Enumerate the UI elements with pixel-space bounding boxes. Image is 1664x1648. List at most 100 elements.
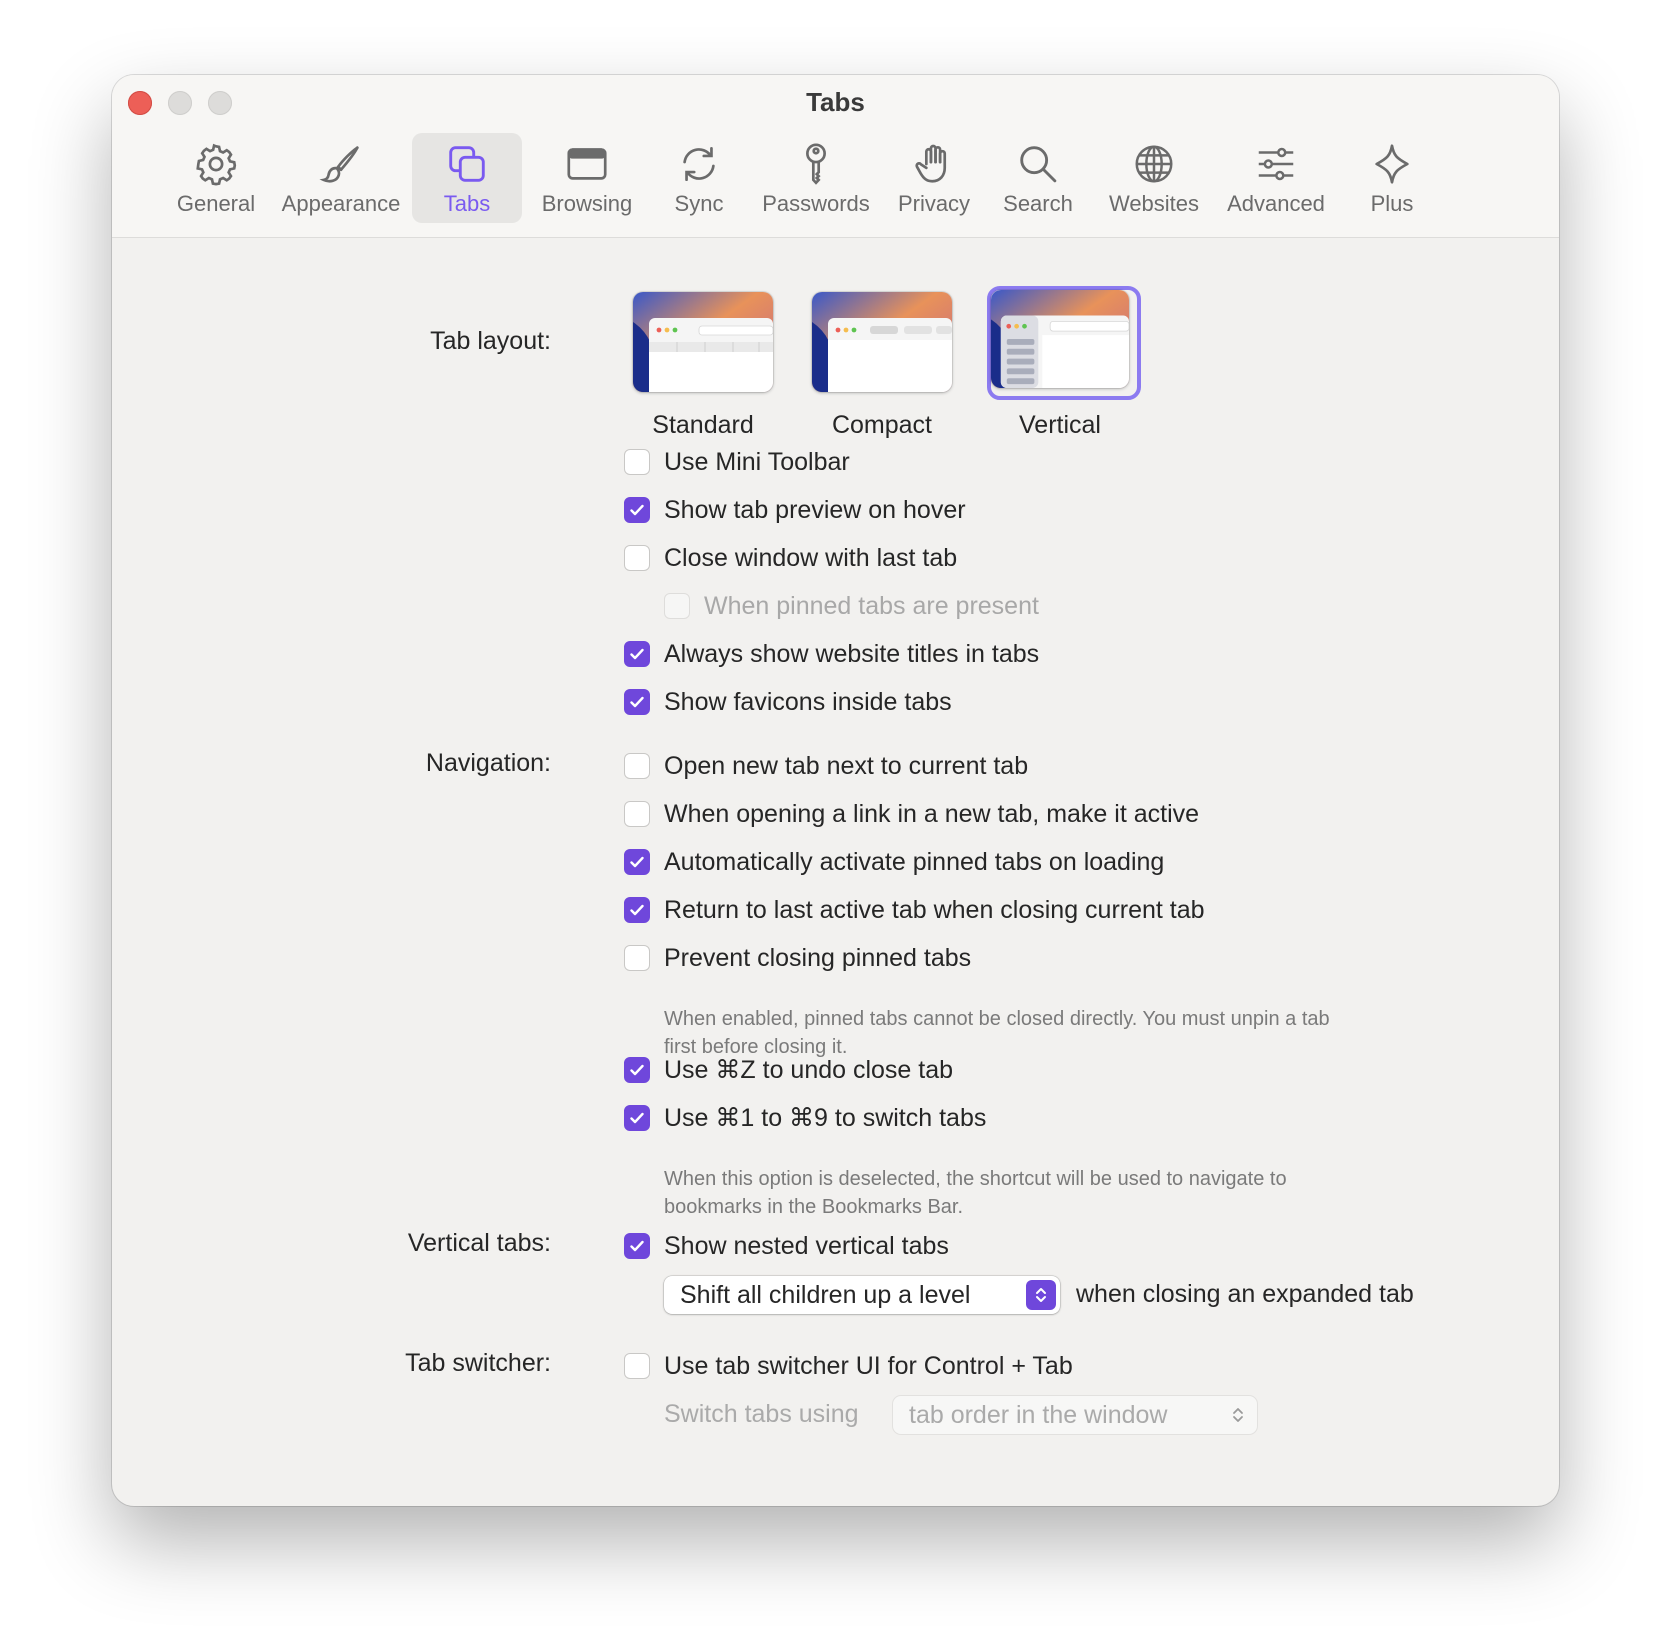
option-make-new-tab-active[interactable]: When opening a link in a new tab, make i… bbox=[624, 797, 1199, 831]
checkbox-checked[interactable] bbox=[624, 497, 650, 523]
toolbar-label: Tabs bbox=[443, 191, 491, 216]
switch-tabs-using-select: tab order in the window bbox=[893, 1396, 1257, 1434]
checkmark-icon bbox=[630, 904, 644, 916]
option-label: Use Mini Toolbar bbox=[664, 447, 850, 476]
gear-icon bbox=[196, 143, 237, 186]
toolbar-label: Search bbox=[1003, 191, 1073, 216]
tab-layout-standard-label: Standard bbox=[652, 411, 754, 439]
checkmark-icon bbox=[630, 1240, 644, 1252]
checkbox[interactable] bbox=[624, 449, 650, 475]
checkmark-icon bbox=[630, 1064, 644, 1076]
checkbox[interactable] bbox=[624, 545, 650, 571]
option-undo-close-tab[interactable]: Use ⌘Z to undo close tab bbox=[624, 1053, 953, 1087]
magnifier-icon bbox=[1020, 146, 1057, 183]
tabs-icon bbox=[449, 146, 485, 182]
toolbar-label: Privacy bbox=[897, 191, 971, 216]
option-label: Show favicons inside tabs bbox=[664, 687, 952, 716]
option-return-to-last-tab[interactable]: Return to last active tab when closing c… bbox=[624, 893, 1205, 927]
option-tab-switcher-ui[interactable]: Use tab switcher UI for Control + Tab bbox=[624, 1349, 1073, 1383]
option-open-new-tab-next[interactable]: Open new tab next to current tab bbox=[624, 749, 1028, 783]
vertical-tabs-label: Vertical tabs: bbox=[407, 1229, 551, 1257]
toolbar-label: Appearance bbox=[281, 191, 401, 216]
toolbar-advanced[interactable]: Advanced bbox=[1212, 133, 1340, 223]
checkmark-icon bbox=[630, 1112, 644, 1124]
option-use-mini-toolbar[interactable]: Use Mini Toolbar bbox=[624, 445, 850, 479]
checkbox-checked[interactable] bbox=[624, 849, 650, 875]
option-label: Show nested vertical tabs bbox=[664, 1231, 949, 1260]
toolbar-label: General bbox=[176, 191, 256, 216]
checkmark-icon bbox=[630, 504, 644, 516]
option-close-window-last-tab[interactable]: Close window with last tab bbox=[624, 541, 957, 575]
option-nested-vertical-tabs[interactable]: Show nested vertical tabs bbox=[624, 1229, 949, 1263]
sync-icon bbox=[683, 146, 715, 182]
option-label: Prevent closing pinned tabs bbox=[664, 943, 972, 972]
checkbox[interactable] bbox=[624, 1353, 650, 1379]
checkbox-checked[interactable] bbox=[624, 641, 650, 667]
browser-window-icon bbox=[567, 148, 607, 180]
tab-switcher-label: Tab switcher: bbox=[405, 1349, 551, 1377]
option-always-show-titles[interactable]: Always show website titles in tabs bbox=[624, 637, 1039, 671]
toolbar-label: Websites bbox=[1108, 191, 1200, 216]
select-stepper-icon bbox=[1223, 1400, 1253, 1430]
toolbar-passwords[interactable]: Passwords bbox=[748, 133, 884, 223]
key-icon bbox=[806, 143, 826, 185]
titlebar: Tabs General Appearance Tabs Browsing Sy… bbox=[112, 75, 1559, 238]
option-activate-pinned-tabs[interactable]: Automatically activate pinned tabs on lo… bbox=[624, 845, 1164, 879]
toolbar-plus[interactable]: Plus bbox=[1342, 133, 1442, 223]
toolbar-tabs[interactable]: Tabs bbox=[412, 133, 522, 223]
checkbox-checked[interactable] bbox=[624, 1105, 650, 1131]
option-prevent-closing-pinned[interactable]: Prevent closing pinned tabs bbox=[624, 941, 971, 975]
help-text-shortcut: When this option is deselected, the shor… bbox=[664, 1168, 1287, 1218]
closing-behavior-suffix: when closing an expanded tab bbox=[1076, 1280, 1414, 1308]
checkbox-disabled bbox=[664, 593, 690, 619]
option-label: Close window with last tab bbox=[664, 543, 958, 572]
option-label: Automatically activate pinned tabs on lo… bbox=[664, 847, 1165, 876]
switch-tabs-using-label: Switch tabs using bbox=[664, 1400, 859, 1428]
globe-icon bbox=[1135, 145, 1173, 183]
checkbox-checked[interactable] bbox=[624, 1233, 650, 1259]
option-label: Use ⌘1 to ⌘9 to switch tabs bbox=[664, 1104, 987, 1132]
checkbox[interactable] bbox=[624, 801, 650, 827]
option-number-shortcuts[interactable]: Use ⌘1 to ⌘9 to switch tabs bbox=[624, 1101, 986, 1135]
toolbar-general[interactable]: General bbox=[166, 133, 266, 223]
checkmark-icon bbox=[630, 856, 644, 868]
sparkle-icon bbox=[1375, 144, 1409, 184]
toolbar-privacy[interactable]: Privacy bbox=[884, 133, 984, 223]
select-stepper-icon bbox=[1026, 1280, 1056, 1310]
toolbar-label: Passwords bbox=[762, 191, 870, 216]
option-show-tab-preview[interactable]: Show tab preview on hover bbox=[624, 493, 966, 527]
tab-layout-label: Tab layout: bbox=[430, 327, 551, 355]
checkbox-checked[interactable] bbox=[624, 689, 650, 715]
preferences-window: Tabs General Appearance Tabs Browsing Sy… bbox=[112, 75, 1559, 1506]
checkbox[interactable] bbox=[624, 945, 650, 971]
toolbar-websites[interactable]: Websites bbox=[1092, 133, 1216, 223]
toolbar-label: Advanced bbox=[1227, 191, 1325, 216]
closing-behavior-select[interactable]: Shift all children up a level bbox=[664, 1276, 1060, 1314]
select-value: Shift all children up a level bbox=[680, 1280, 971, 1309]
option-when-pinned-tabs-present: When pinned tabs are present bbox=[664, 589, 1039, 623]
toolbar-appearance[interactable]: Appearance bbox=[276, 133, 406, 223]
toolbar-label: Plus bbox=[1370, 191, 1414, 216]
option-label: Show tab preview on hover bbox=[664, 495, 966, 524]
window-title: Tabs bbox=[806, 87, 865, 117]
checkbox-checked[interactable] bbox=[624, 897, 650, 923]
option-label: Use tab switcher UI for Control + Tab bbox=[664, 1351, 1073, 1380]
checkmark-icon bbox=[630, 648, 644, 660]
option-label: Return to last active tab when closing c… bbox=[664, 895, 1205, 924]
option-show-favicons[interactable]: Show favicons inside tabs bbox=[624, 685, 952, 719]
toolbar-sync[interactable]: Sync bbox=[654, 133, 744, 223]
option-label: Open new tab next to current tab bbox=[664, 751, 1029, 780]
select-value: tab order in the window bbox=[909, 1400, 1168, 1429]
tab-layout-compact-thumbnail[interactable] bbox=[812, 292, 952, 392]
option-label: When opening a link in a new tab, make i… bbox=[664, 799, 1200, 828]
tab-layout-vertical-thumbnail[interactable] bbox=[991, 290, 1129, 388]
toolbar-browsing[interactable]: Browsing bbox=[524, 133, 650, 223]
checkbox[interactable] bbox=[624, 753, 650, 779]
navigation-label: Navigation: bbox=[425, 749, 551, 777]
option-label: Use ⌘Z to undo close tab bbox=[664, 1056, 954, 1084]
toolbar-search[interactable]: Search bbox=[986, 133, 1090, 223]
tab-layout-compact-label: Compact bbox=[831, 411, 933, 439]
checkbox-checked[interactable] bbox=[624, 1057, 650, 1083]
tab-layout-standard-thumbnail[interactable] bbox=[633, 292, 773, 392]
option-label: Always show website titles in tabs bbox=[664, 639, 1040, 668]
